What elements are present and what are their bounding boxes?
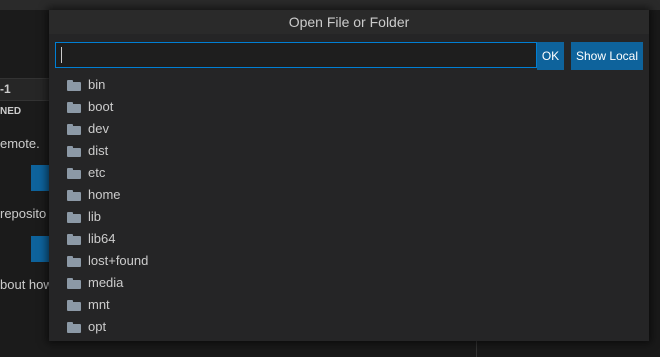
open-file-dialog: Open File or Folder OK Show Local bin boo… xyxy=(49,10,649,341)
folder-icon xyxy=(67,80,81,91)
folder-icon xyxy=(67,190,81,201)
list-item[interactable]: bin xyxy=(49,74,649,96)
list-item[interactable]: etc xyxy=(49,162,649,184)
list-item[interactable]: mnt xyxy=(49,294,649,316)
panel-header: -1 xyxy=(0,78,50,101)
folder-icon xyxy=(67,168,81,179)
list-item-label: dev xyxy=(88,121,109,136)
folder-icon xyxy=(67,146,81,157)
list-item[interactable]: boot xyxy=(49,96,649,118)
list-item[interactable]: lost+found xyxy=(49,250,649,272)
list-item-label: lost+found xyxy=(88,253,149,268)
panel-button-1[interactable] xyxy=(31,165,51,191)
folder-icon xyxy=(67,300,81,311)
divider xyxy=(476,340,477,357)
panel-button-2[interactable] xyxy=(31,236,51,262)
list-item[interactable]: lib xyxy=(49,206,649,228)
list-item-label: mnt xyxy=(88,297,110,312)
list-item[interactable]: opt xyxy=(49,316,649,338)
text-cursor xyxy=(61,47,62,63)
folder-icon xyxy=(67,234,81,245)
folder-icon xyxy=(67,102,81,113)
section-label: NED xyxy=(0,106,22,117)
path-input[interactable] xyxy=(55,42,537,68)
list-item-label: lib64 xyxy=(88,231,116,246)
list-item-label: opt xyxy=(88,319,107,334)
list-item-label: bin xyxy=(88,77,106,92)
folder-icon xyxy=(67,278,81,289)
folder-icon xyxy=(67,124,81,135)
folder-icon xyxy=(67,256,81,267)
list-item[interactable]: dev xyxy=(49,118,649,140)
input-row: OK Show Local xyxy=(55,42,643,70)
folder-icon xyxy=(67,322,81,333)
dialog-title: Open File or Folder xyxy=(49,10,649,34)
panel-text-2: reposito xyxy=(0,206,47,221)
list-item-label: etc xyxy=(88,165,106,180)
list-item[interactable]: home xyxy=(49,184,649,206)
panel-header-text: -1 xyxy=(0,82,11,96)
folder-list: bin boot dev dist etc home lib lib64 lost+found m… xyxy=(49,74,649,338)
list-item[interactable]: lib64 xyxy=(49,228,649,250)
folder-icon xyxy=(67,212,81,223)
title-bar xyxy=(0,0,660,10)
panel-text-3: bout how xyxy=(0,277,53,292)
list-item[interactable]: media xyxy=(49,272,649,294)
list-item-label: media xyxy=(88,275,124,290)
panel-text-1: emote. xyxy=(0,136,40,151)
list-item-label: lib xyxy=(88,209,102,224)
list-item-label: boot xyxy=(88,99,114,114)
show-local-button[interactable]: Show Local xyxy=(571,42,643,70)
ok-button[interactable]: OK xyxy=(537,42,564,70)
list-item-label: dist xyxy=(88,143,109,158)
list-item[interactable]: dist xyxy=(49,140,649,162)
list-item-label: home xyxy=(88,187,121,202)
side-panel: -1 NED emote. reposito bout how xyxy=(0,10,53,357)
